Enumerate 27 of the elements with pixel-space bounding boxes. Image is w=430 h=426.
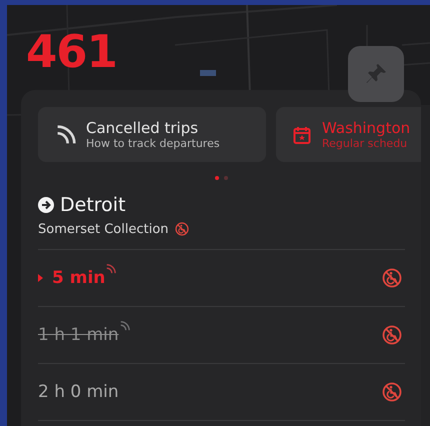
- arrow-circle-icon: [38, 197, 54, 213]
- departure-time: 1 h 1 min: [38, 325, 119, 345]
- alert-title: Washington: [322, 118, 410, 136]
- calendar-icon: [292, 124, 312, 144]
- not-accessible-icon: [382, 268, 402, 288]
- departure-time: 2 h 0 min: [38, 382, 119, 402]
- departure-time: 5 min: [52, 268, 106, 288]
- not-accessible-icon: [174, 222, 189, 236]
- page-dot[interactable]: [224, 176, 228, 180]
- route-number: 461: [26, 24, 117, 80]
- realtime-icon: [120, 321, 130, 331]
- alert-title: Cancelled trips: [86, 118, 200, 136]
- realtime-icon: [106, 264, 116, 274]
- departure-row[interactable]: 2 h 0 min: [38, 363, 405, 420]
- pin-button[interactable]: [348, 46, 404, 102]
- destination-title: Detroit: [60, 194, 126, 216]
- not-accessible-icon: [382, 382, 402, 402]
- page-dot[interactable]: [214, 176, 218, 180]
- departure-row[interactable]: 1 h 1 min: [38, 306, 405, 363]
- alert-subtitle: How to track departures: [86, 136, 220, 150]
- alert-card[interactable]: Cancelled trips How to track departures: [38, 107, 266, 162]
- alert-card[interactable]: Washington Regular schedu: [276, 107, 421, 162]
- not-accessible-icon: [382, 325, 402, 345]
- realtime-icon: [56, 124, 76, 144]
- alert-subtitle: Regular schedu: [322, 136, 408, 150]
- stop-name: Somerset Collection: [38, 222, 169, 236]
- departure-row[interactable]: 5 min: [38, 249, 405, 306]
